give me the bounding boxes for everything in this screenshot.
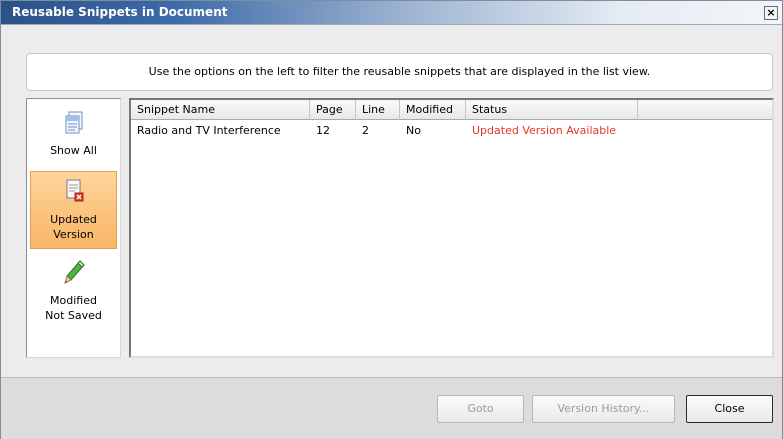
snippet-list-view[interactable]: Snippet Name Page Line Modified Status R… [129, 98, 774, 358]
column-header-status[interactable]: Status [466, 100, 638, 120]
table-row[interactable]: Radio and TV Interference 12 2 No Update… [131, 122, 772, 140]
document-error-icon [63, 178, 85, 204]
cell-page: 12 [316, 124, 330, 137]
filter-modified-not-saved-label: Modified Not Saved [45, 294, 102, 322]
list-header: Snippet Name Page Line Modified Status [131, 100, 772, 120]
pencil-icon [62, 259, 86, 287]
column-header-page[interactable]: Page [310, 100, 356, 120]
filter-updated-version[interactable]: Updated Version [30, 171, 117, 249]
title-bar[interactable]: Reusable Snippets in Document × [1, 1, 782, 25]
close-icon[interactable]: × [764, 6, 778, 20]
cell-snippet-name: Radio and TV Interference [137, 124, 281, 137]
goto-button[interactable]: Goto [437, 395, 524, 423]
filter-show-all-label: Show All [50, 144, 97, 157]
version-history-button[interactable]: Version History... [532, 395, 675, 423]
filter-modified-not-saved[interactable]: Modified Not Saved [30, 257, 117, 327]
dialog-window: Reusable Snippets in Document × Use the … [0, 0, 783, 439]
info-message: Use the options on the left to filter th… [26, 53, 773, 91]
document-stack-icon [63, 111, 85, 137]
cell-modified: No [406, 124, 421, 137]
dialog-title: Reusable Snippets in Document [12, 5, 228, 19]
cell-status: Updated Version Available [472, 124, 617, 137]
column-header-line[interactable]: Line [356, 100, 400, 120]
cell-line: 2 [362, 124, 369, 137]
filter-panel: Show All Updated Version Modified Not Sa… [26, 98, 121, 358]
filter-show-all[interactable]: Show All [30, 109, 117, 167]
filter-updated-version-label: Updated Version [50, 213, 97, 241]
column-header-snippet-name[interactable]: Snippet Name [131, 100, 310, 120]
close-button[interactable]: Close [686, 395, 773, 423]
column-header-modified[interactable]: Modified [400, 100, 466, 120]
